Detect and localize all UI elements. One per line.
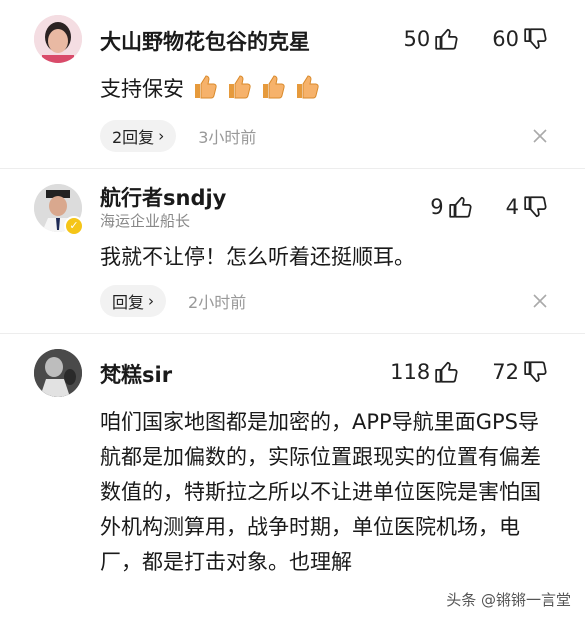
- avatar[interactable]: [34, 349, 82, 397]
- divider: [0, 333, 585, 334]
- thumb-up-icon: [435, 28, 458, 50]
- thumbs-up-emoji-icon: [297, 75, 319, 99]
- dislike-button[interactable]: 4: [506, 194, 549, 220]
- like-button[interactable]: 118: [390, 359, 460, 385]
- like-button[interactable]: 50: [404, 26, 461, 52]
- vote-group: 118 72: [390, 359, 549, 385]
- user-title: 海运企业船长: [100, 212, 191, 230]
- thumb-up-icon: [448, 196, 472, 218]
- like-count: 118: [390, 360, 431, 384]
- thumbs-up-emoji-icon: [229, 75, 251, 99]
- thumbs-up-emoji-group: [184, 75, 320, 101]
- comment-1: 大山野物花包谷的克星 50 60 支持保安 2回复 › 3小时前: [0, 0, 585, 170]
- thumb-down-icon: [524, 28, 547, 50]
- thumbs-up-emoji-icon: [263, 75, 285, 99]
- close-icon[interactable]: [531, 292, 549, 310]
- comment-2: ✓ 航行者sndjy 海运企业船长 9 4 我就不让停！怎么听着还挺顺耳。 回复…: [0, 170, 585, 335]
- dislike-count: 60: [492, 27, 519, 51]
- chevron-right-icon: ›: [158, 127, 165, 145]
- watermark: 头条 @锵锵一言堂: [446, 591, 571, 609]
- like-count: 50: [403, 27, 431, 51]
- thumb-down-icon: [524, 196, 547, 218]
- comment-text: 支持保安: [100, 72, 555, 107]
- reply-label: 2回复: [112, 128, 155, 147]
- dislike-button[interactable]: 72: [492, 359, 549, 385]
- username[interactable]: 航行者sndjy: [100, 182, 226, 212]
- reply-button[interactable]: 回复 ›: [100, 285, 167, 317]
- like-button[interactable]: 9: [430, 194, 473, 220]
- comment-text: 我就不让停！怎么听着还挺顺耳。: [100, 245, 415, 269]
- chevron-right-icon: ›: [148, 292, 155, 310]
- avatar-image: [34, 349, 82, 397]
- avatar-image: [34, 15, 82, 63]
- timestamp: 2小时前: [188, 293, 247, 312]
- dislike-button[interactable]: 60: [492, 26, 549, 52]
- username[interactable]: 大山野物花包谷的克星: [100, 26, 310, 56]
- vote-group: 9 4: [430, 194, 549, 220]
- comment-actions: 2回复 › 3小时前: [100, 120, 549, 152]
- thumb-up-icon: [435, 361, 458, 383]
- vote-group: 50 60: [404, 26, 549, 52]
- thumb-down-icon: [524, 361, 547, 383]
- reply-label: 回复: [112, 293, 145, 312]
- comment-text: 咱们国家地图都是加密的，APP导航里面GPS导航都是加偏数的，实际位置跟现实的位…: [100, 410, 541, 574]
- timestamp: 3小时前: [198, 128, 257, 147]
- dislike-count: 4: [505, 195, 519, 219]
- divider: [0, 168, 585, 169]
- avatar[interactable]: [34, 15, 82, 63]
- username[interactable]: 梵糕sir: [100, 359, 172, 389]
- comment-3: 梵糕sir 118 72 咱们国家地图都是加密的，APP导航里面GPS导航都是加…: [0, 335, 585, 622]
- comment-actions: 回复 › 2小时前: [100, 285, 549, 317]
- close-icon[interactable]: [531, 127, 549, 145]
- thumbs-up-emoji-icon: [195, 75, 217, 99]
- reply-button[interactable]: 2回复 ›: [100, 120, 177, 152]
- verified-badge-icon: ✓: [64, 216, 84, 236]
- comment-text-body: 支持保安: [100, 77, 184, 101]
- dislike-count: 72: [492, 360, 519, 384]
- like-count: 9: [430, 195, 444, 219]
